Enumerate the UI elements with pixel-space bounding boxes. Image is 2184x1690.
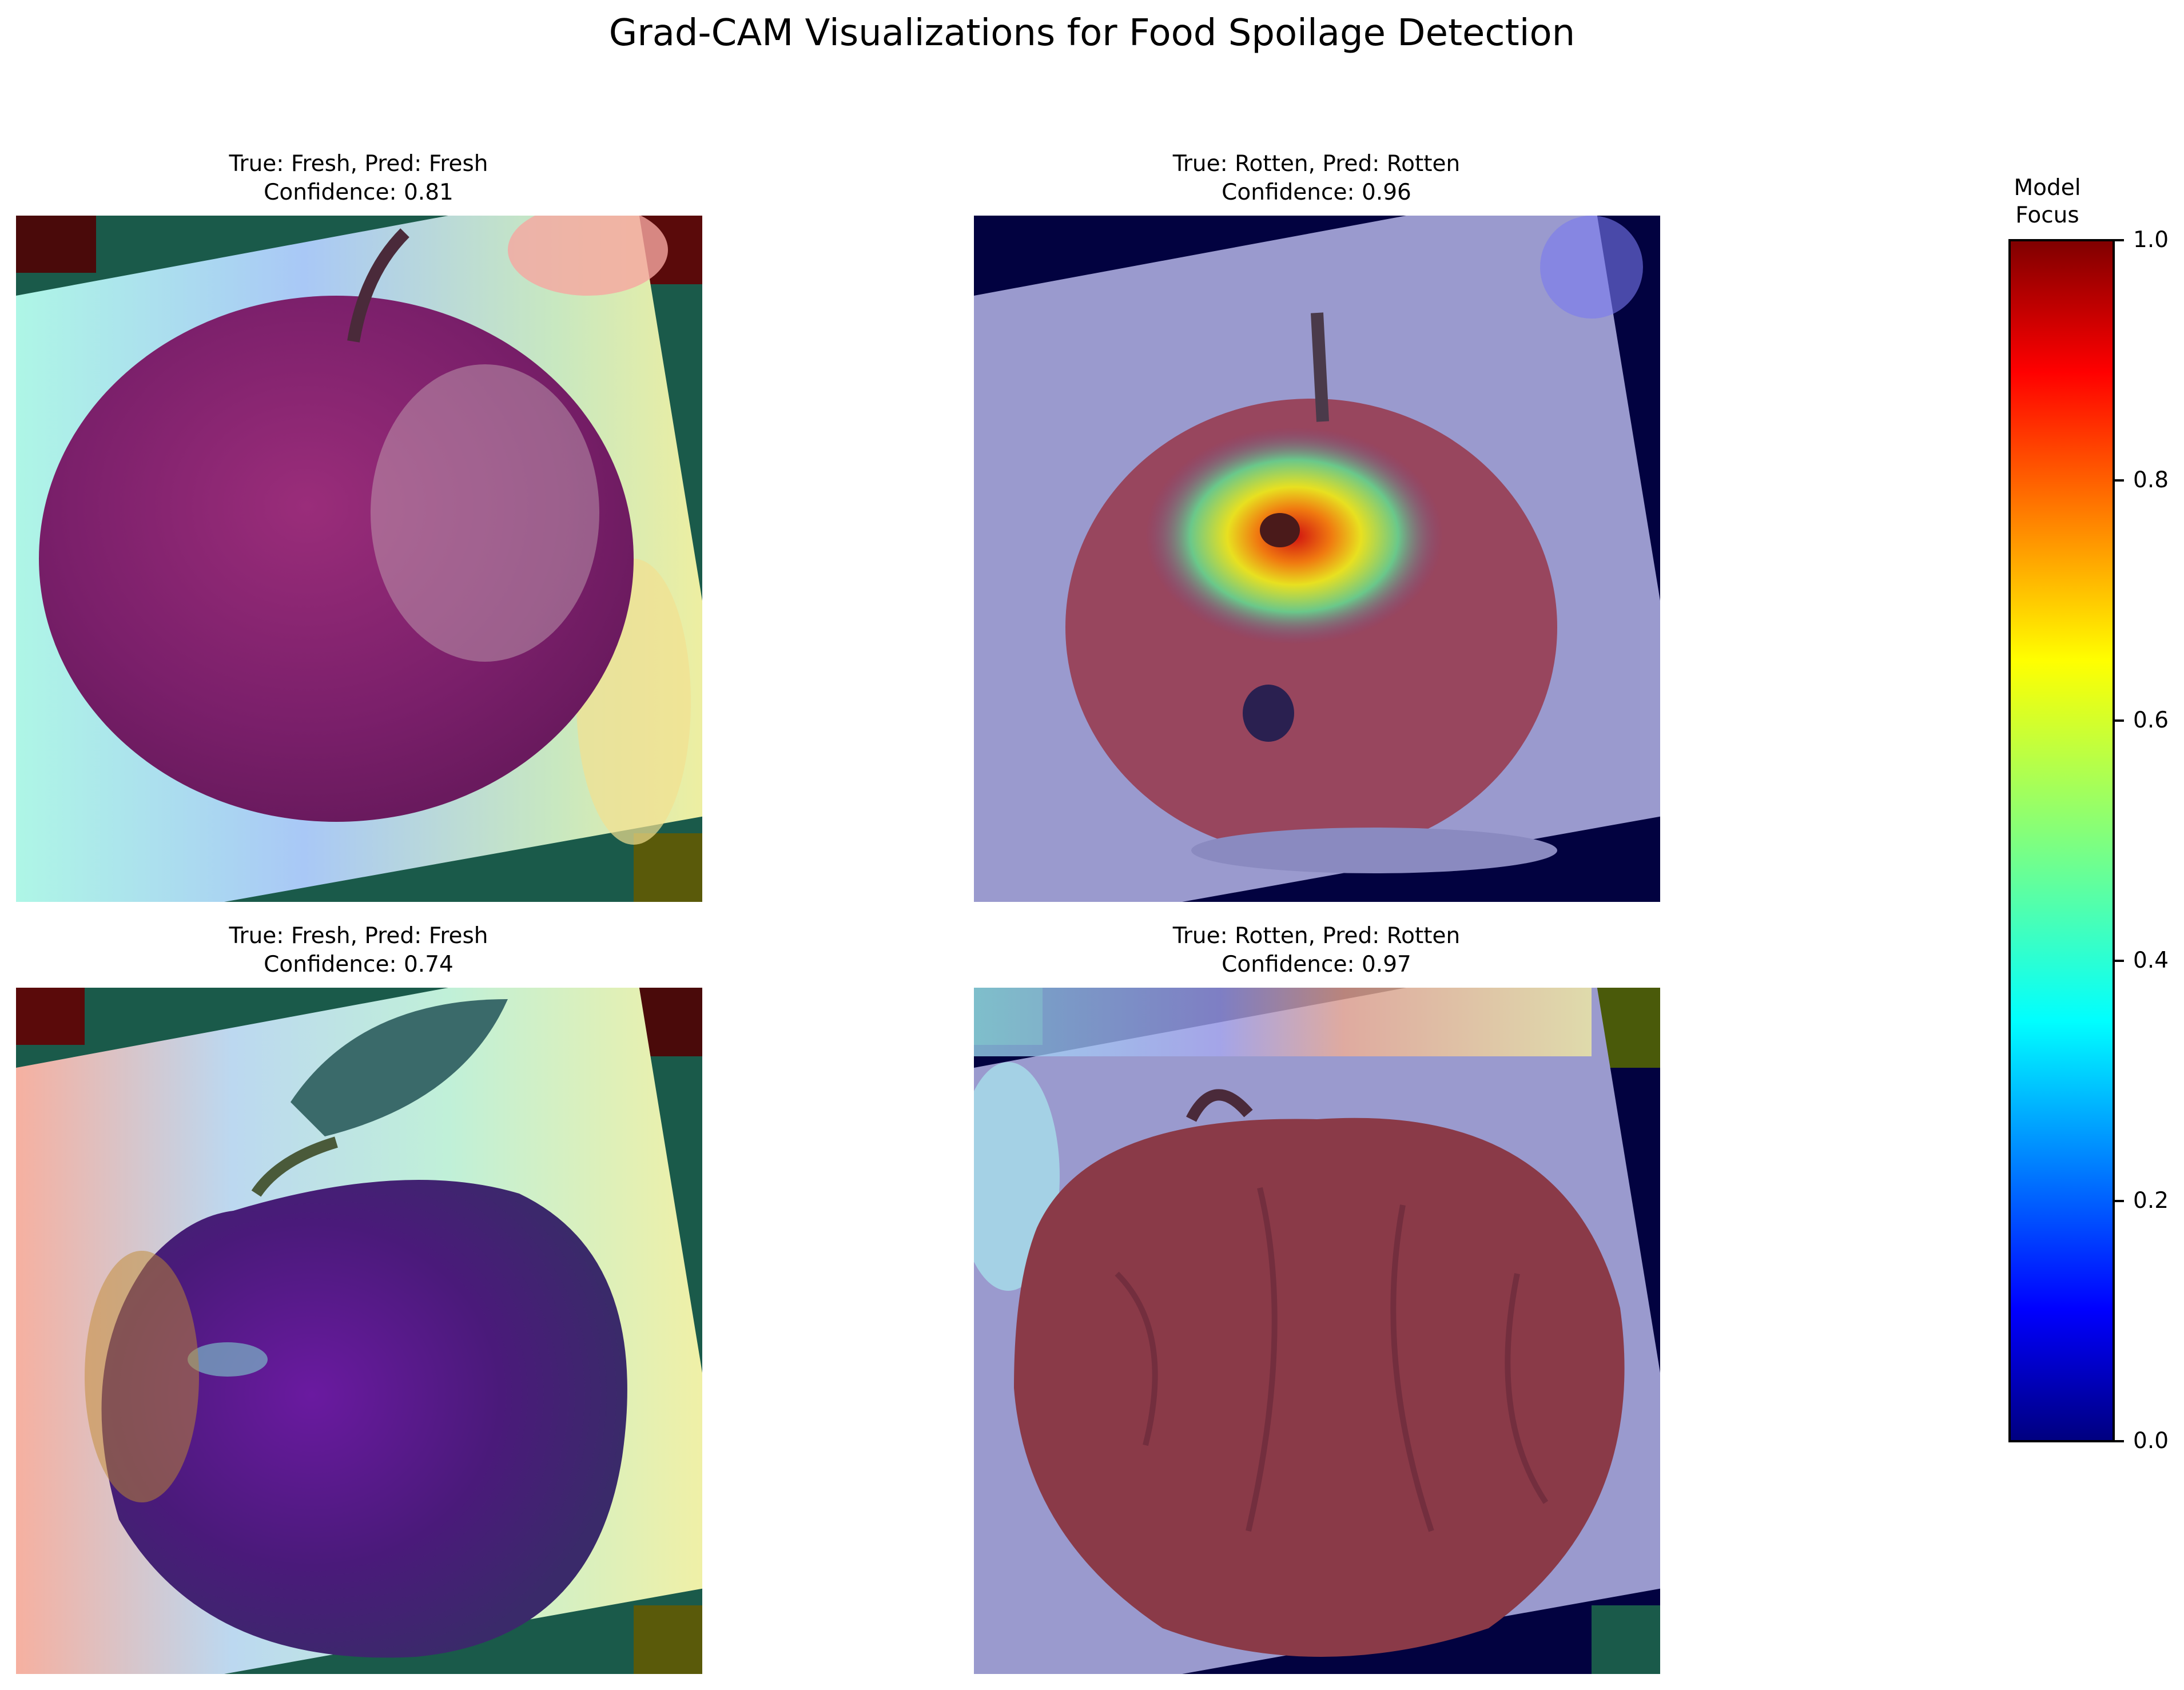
panel-4-svg: [974, 988, 1660, 1674]
panel-1-title: True: Fresh, Pred: Fresh Confidence: 0.8…: [0, 150, 759, 207]
panel-1-corner-tl: [16, 216, 96, 273]
panel-2-bruise: [1260, 513, 1300, 547]
panel-3-apple-highlight: [188, 1342, 268, 1377]
colorbar-tick-label-5: 1.0: [2133, 227, 2169, 253]
panel-4-title-line2: Confidence: 0.97: [1222, 952, 1411, 977]
panel-3-title-line2: Confidence: 0.74: [264, 952, 453, 977]
figure-title: Grad-CAM Visualizations for Food Spoilag…: [608, 12, 1576, 54]
panel-4-gradcam-image: [974, 988, 1660, 1674]
panel-3-title: True: Fresh, Pred: Fresh Confidence: 0.7…: [0, 922, 759, 979]
colorbar-tick-label-0: 0.0: [2133, 1428, 2169, 1454]
panel-4-title-line1: True: Rotten, Pred: Rotten: [1172, 923, 1461, 949]
colorbar-title-line2: Focus: [2015, 202, 2079, 228]
panel-4-title: True: Rotten, Pred: Rotten Confidence: 0…: [916, 922, 1717, 979]
panel-3-corner-br: [634, 1605, 702, 1674]
panel-1-gradcam-image: [16, 216, 702, 902]
colorbar-tick-label-2: 0.4: [2133, 948, 2169, 973]
colorbar-tick-label-1: 0.2: [2133, 1188, 2169, 1214]
panel-2-gradcam-image: [974, 216, 1660, 902]
panel-4-corner-br: [1592, 1605, 1660, 1674]
panel-1-title-line1: True: Fresh, Pred: Fresh: [229, 151, 488, 177]
colorbar-gradient: [2008, 239, 2115, 1442]
colorbar: [2008, 239, 2124, 1442]
panel-1-apple-highlight: [371, 364, 599, 662]
panel-3-gradcam-image: [16, 988, 702, 1674]
panel-3-heat-left: [85, 1251, 199, 1502]
colorbar-tick-label-3: 0.6: [2133, 707, 2169, 733]
panel-1-title-line2: Confidence: 0.81: [264, 180, 453, 205]
panel-2-title-line2: Confidence: 0.96: [1222, 180, 1411, 205]
panel-1-corner-br: [634, 833, 702, 902]
panel-3-svg: [16, 988, 702, 1674]
panel-4-apple: [1014, 1118, 1625, 1657]
panel-2-apple-stem: [1311, 312, 1329, 422]
colorbar-tick-marks: [2114, 239, 2124, 1442]
panel-4-heat-band-top: [974, 988, 1592, 1056]
panel-3-corner-tl: [16, 988, 85, 1045]
panel-2-shadow: [1191, 828, 1557, 873]
colorbar-title: Model Focus: [1984, 174, 2110, 229]
panel-2-title: True: Rotten, Pred: Rotten Confidence: 0…: [916, 150, 1717, 207]
panel-2-title-line1: True: Rotten, Pred: Rotten: [1172, 151, 1461, 177]
panel-3-title-line1: True: Fresh, Pred: Fresh: [229, 923, 488, 949]
panel-2-svg: [974, 216, 1660, 902]
colorbar-title-line1: Model: [2014, 175, 2081, 201]
panel-1-svg: [16, 216, 702, 902]
colorbar-tick-label-4: 0.8: [2133, 467, 2169, 493]
panel-2-rot-spot: [1243, 685, 1294, 742]
panel-2-heat-blob-top-right: [1540, 216, 1643, 319]
